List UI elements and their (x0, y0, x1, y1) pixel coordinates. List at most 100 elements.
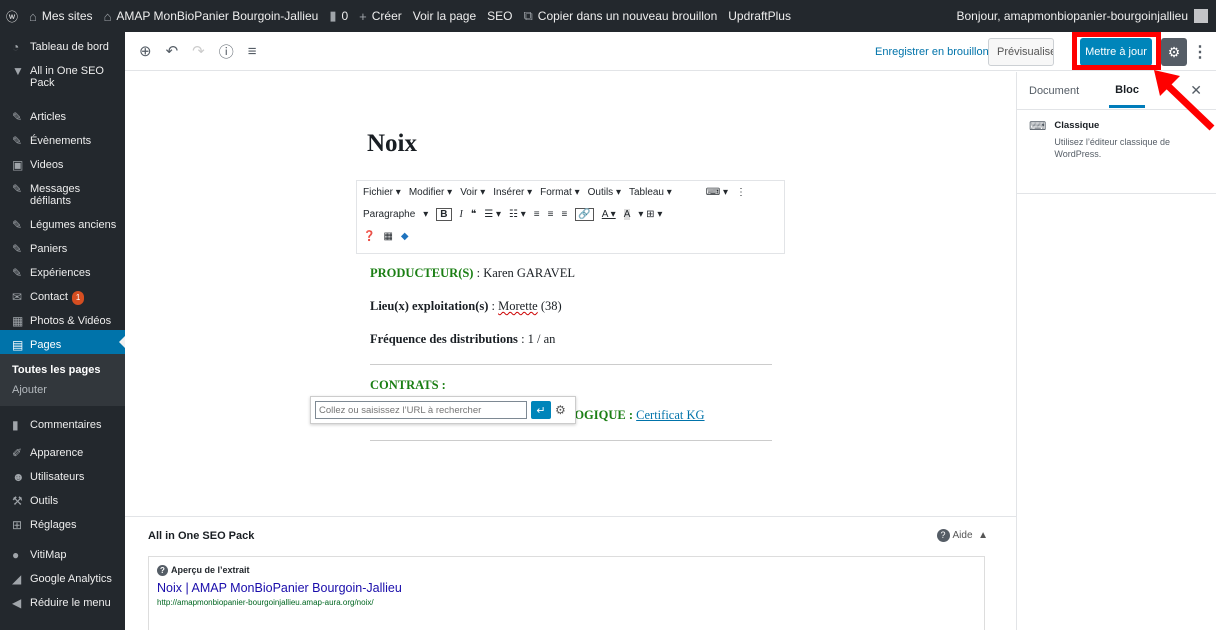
sidebar-item-videos[interactable]: ▣ Videos (0, 150, 125, 174)
more-options-icon[interactable]: ⋮ (1192, 42, 1208, 62)
sidebar-item-seo[interactable]: ▼ All in One SEO Pack (0, 56, 125, 102)
seo-link[interactable]: SEO (487, 9, 512, 23)
help-icon[interactable]: ❓ (363, 231, 375, 242)
snippet-preview: ? Aperçu de l’extrait Noix | AMAP MonBioP… (148, 556, 985, 630)
menu-bar: Fichier ▾ Modifier ▾ Voir ▾ Insérer ▾ Fo… (357, 181, 784, 203)
menu-table[interactable]: Tableau ▾ (629, 187, 672, 198)
sidebar-item-users[interactable]: ☻ Utilisateurs (0, 462, 125, 486)
sidebar-item-comments[interactable]: ▮ Commentaires (0, 410, 125, 434)
format-select[interactable]: Paragraphe (363, 209, 415, 220)
classic-block[interactable]: Fichier ▾ Modifier ▾ Voir ▾ Insérer ▾ Fo… (356, 180, 785, 254)
settings-gear-icon[interactable]: ⚙ (1161, 38, 1187, 66)
menu-insert[interactable]: Insérer ▾ (493, 187, 532, 198)
apply-link-icon[interactable]: ↵ (531, 401, 551, 419)
sidebar-item-appearance[interactable]: ✐ Apparence (0, 438, 125, 462)
seo-header[interactable]: All in One SEO Pack ? Aide ▲ (125, 517, 1016, 555)
highlight-box (1072, 32, 1161, 70)
background-color-icon[interactable]: A (623, 208, 631, 220)
tab-block[interactable]: Bloc (1109, 73, 1145, 108)
create-link[interactable]: + Créer (359, 9, 402, 24)
location-line: Lieu(x) exploitation(s) : Morette (38) (370, 299, 562, 313)
quote-icon[interactable]: ❝ (471, 209, 476, 220)
snippet-url: http://amapmonbiopanier-bourgoinjallieu.… (157, 598, 374, 607)
numbered-list-icon[interactable]: ☷ ▾ (509, 209, 526, 220)
contracts-heading: CONTRATS : (370, 378, 446, 392)
snippet-title: Noix | AMAP MonBioPanier Bourgoin-Jallie… (157, 581, 402, 595)
chart-icon: ◢ (12, 572, 22, 586)
view-page-link[interactable]: Voir la page (413, 9, 476, 23)
bullet-list-icon[interactable]: ☰ ▾ (484, 209, 501, 220)
video-icon: ▣ (12, 158, 24, 172)
redo-icon[interactable]: ↷ (192, 42, 205, 60)
sidebar-collapse[interactable]: ◀ Réduire le menu (0, 588, 125, 612)
sidebar-item-articles[interactable]: ✎ Articles (0, 102, 125, 126)
chevron-down-icon[interactable]: ▾ (423, 209, 428, 220)
seo-icon: ▼ (12, 64, 24, 78)
media-insert-icon[interactable]: ▦ (383, 231, 392, 242)
menu-view[interactable]: Voir ▾ (460, 187, 485, 198)
media-icon: ▦ (12, 314, 24, 328)
sidebar-item-messages[interactable]: ✎ Messages défilants (0, 174, 125, 210)
add-block-icon[interactable]: ⊕ (139, 42, 152, 60)
sidebar-item-events[interactable]: ✎ Évènements (0, 126, 125, 150)
pin-icon: ✎ (12, 242, 23, 256)
menu-format[interactable]: Format ▾ (540, 187, 579, 198)
my-sites-link[interactable]: ⌂ Mes sites (29, 9, 93, 24)
italic-icon[interactable]: I (460, 209, 463, 220)
settings-sidebar: Document Bloc ✕ ⌨ Classique Utilisez l’é… (1016, 72, 1216, 630)
sidebar-item-vitimap[interactable]: ● VitiMap (0, 540, 125, 564)
sidebar-item-baskets[interactable]: ✎ Paniers (0, 234, 125, 258)
bold-icon[interactable]: B (436, 207, 452, 221)
text-color-icon[interactable]: A ▾ (602, 209, 616, 220)
sidebar-item-contact[interactable]: ✉ Contact 1 (0, 282, 125, 306)
site-name-link[interactable]: ⌂ AMAP MonBioPanier Bourgoin-Jallieu (104, 9, 319, 24)
preview-button[interactable]: Prévisualiser (988, 38, 1054, 66)
url-search-input[interactable] (315, 401, 527, 419)
tab-document[interactable]: Document (1029, 85, 1079, 97)
submenu-add-page[interactable]: Ajouter (0, 380, 125, 400)
sidebar-item-settings[interactable]: ⊞ Réglages (0, 510, 125, 534)
sidebar-item-analytics[interactable]: ◢ Google Analytics (0, 564, 125, 588)
copy-draft-link[interactable]: ⧉ Copier dans un nouveau brouillon (524, 8, 718, 24)
plugin-icon[interactable]: ◆ (401, 231, 409, 242)
sidebar-item-tools[interactable]: ⚒ Outils (0, 486, 125, 510)
more-icon[interactable]: ⋮ (736, 187, 746, 198)
table-icon[interactable]: ▾ ⊞ ▾ (638, 209, 662, 220)
menu-file[interactable]: Fichier ▾ (363, 187, 401, 198)
producer-line: PRODUCTEUR(S) : Karen GARAVEL (370, 266, 575, 280)
align-center-icon[interactable]: ≡ (548, 209, 554, 220)
keyboard-icon[interactable]: ⌨ ▾ (706, 187, 728, 198)
account-menu[interactable]: Bonjour, amapmonbiopanier-bourgoinjallie… (957, 0, 1208, 32)
help-toggle[interactable]: ? Aide ▲ (936, 529, 988, 542)
submenu-all-pages[interactable]: Toutes les pages (0, 360, 125, 380)
menu-edit[interactable]: Modifier ▾ (409, 187, 452, 198)
comment-icon: ▮ (12, 418, 19, 432)
block-description: Utilisez l’éditeur classique de WordPres… (1054, 137, 1170, 159)
page-title[interactable]: Noix (367, 130, 417, 158)
admin-bar: ⓦ ⌂ Mes sites ⌂ AMAP MonBioPanier Bourgoin… (0, 0, 1216, 32)
certificate-link[interactable]: Certificat KG (636, 408, 704, 422)
pin-icon: ✎ (12, 110, 23, 124)
pin-icon: ✎ (12, 134, 23, 148)
sidebar-item-pages[interactable]: ▤ Pages (0, 330, 125, 354)
sidebar-item-vegetables[interactable]: ✎ Légumes anciens (0, 210, 125, 234)
page-content[interactable]: PRODUCTEUR(S) : Karen GARAVEL Lieu(x) ex… (370, 265, 772, 453)
home-icon: ⌂ (103, 8, 112, 24)
link-icon[interactable]: 🔗 (575, 207, 594, 221)
align-left-icon[interactable]: ≡ (534, 209, 540, 220)
wordpress-logo-icon[interactable]: ⓦ (6, 8, 18, 25)
comments-link[interactable]: ▮ 0 (329, 8, 348, 24)
sidebar-item-dashboard[interactable]: ◔ Tableau de bord (0, 32, 125, 56)
menu-tools[interactable]: Outils ▾ (588, 187, 621, 198)
undo-icon[interactable]: ↶ (166, 42, 179, 60)
info-icon[interactable]: ⓘ (219, 41, 234, 62)
sidebar-item-experiences[interactable]: ✎ Expériences (0, 258, 125, 282)
sidebar-item-media[interactable]: ▦ Photos & Vidéos (0, 306, 125, 330)
link-options-icon[interactable]: ⚙ (555, 403, 566, 417)
save-draft-button[interactable]: Enregistrer en brouillon (875, 46, 989, 58)
align-right-icon[interactable]: ≡ (561, 209, 567, 220)
outline-icon[interactable]: ≡ (248, 43, 257, 60)
updraftplus-link[interactable]: UpdraftPlus (728, 9, 791, 23)
copy-icon: ⧉ (523, 8, 533, 23)
comment-icon: ▮ (329, 8, 337, 23)
